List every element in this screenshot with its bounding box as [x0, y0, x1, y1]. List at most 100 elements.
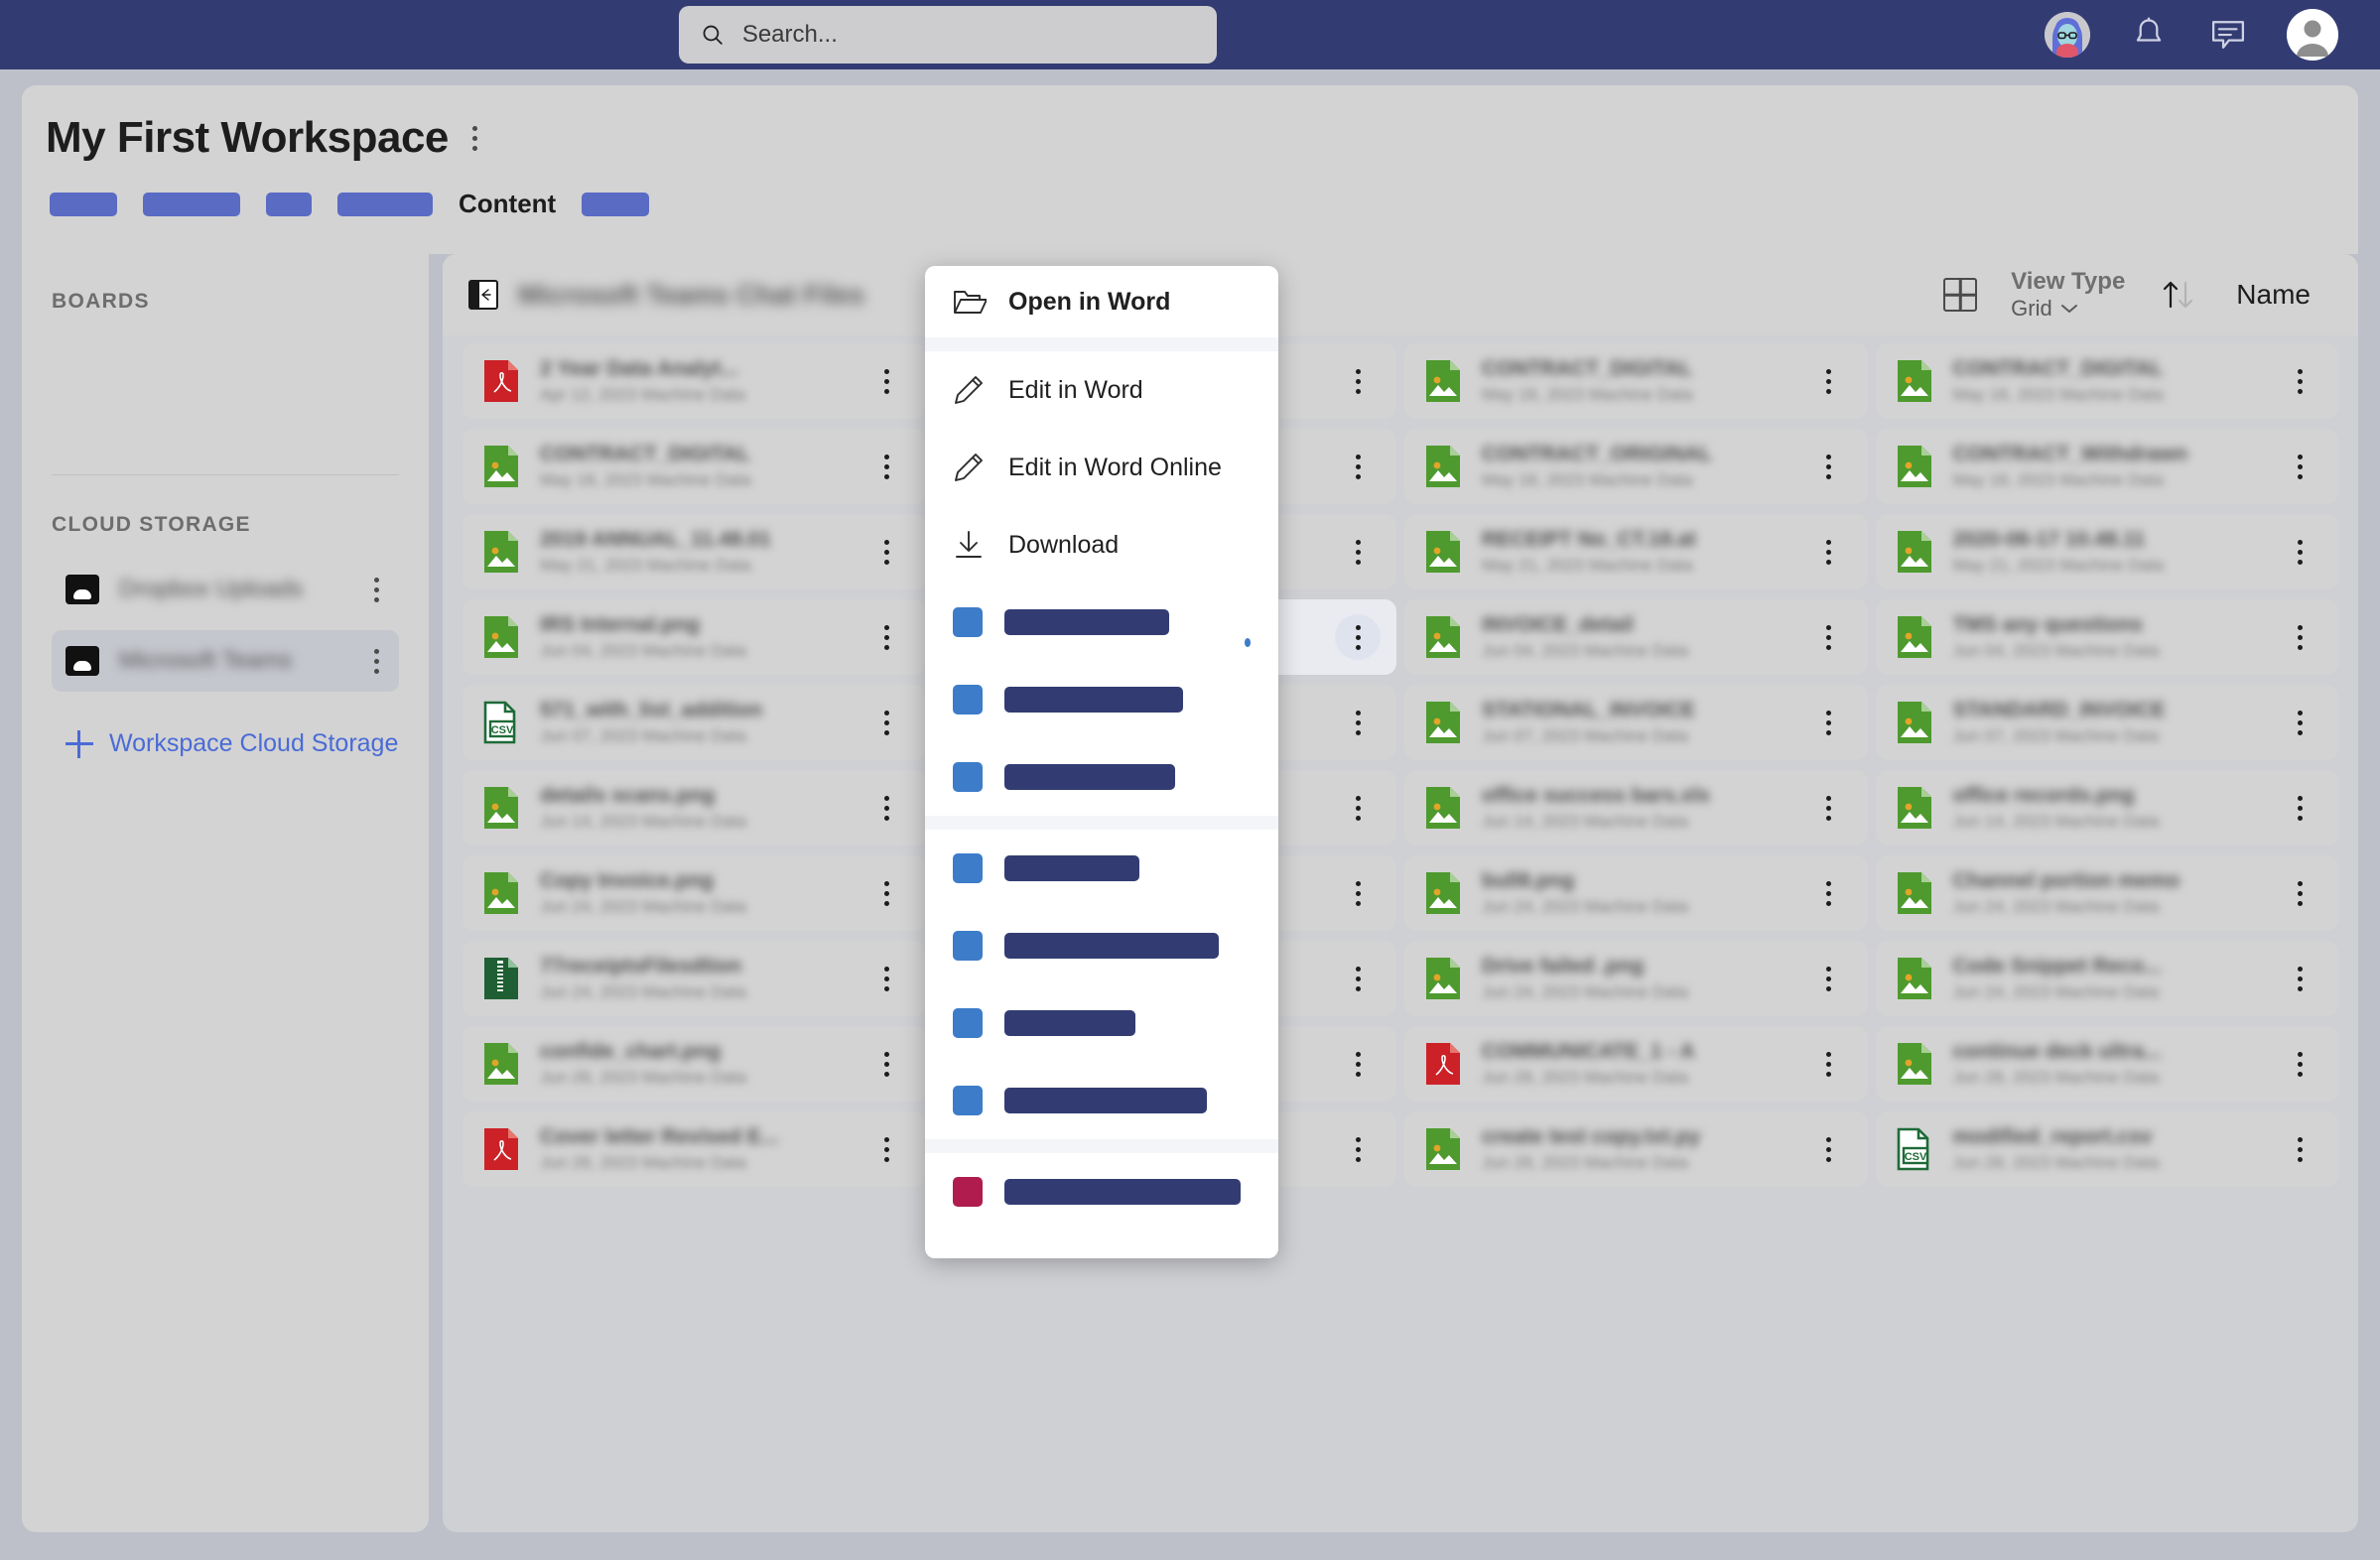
- context-menu-item[interactable]: [925, 907, 1278, 984]
- file-card-menu-button[interactable]: [2277, 870, 2322, 916]
- tab-redacted-6[interactable]: [582, 192, 650, 216]
- context-menu-item[interactable]: [925, 984, 1278, 1062]
- file-grid-scroll[interactable]: 2 Year Data Analyt... Apr 12, 2023 Machin…: [443, 335, 2358, 1532]
- context-menu-item[interactable]: Edit in Word: [925, 351, 1278, 429]
- file-card[interactable]: CSV modified_report.csv Jun 28, 2023 Machi…: [1875, 1111, 2338, 1187]
- file-card-menu-button[interactable]: [1806, 444, 1852, 489]
- sidebar-item-cloud-1[interactable]: Microsoft Teams: [52, 630, 399, 692]
- file-card-menu-button[interactable]: [1335, 358, 1381, 404]
- messages-button[interactable]: [2207, 14, 2249, 56]
- file-card-menu-button[interactable]: [1335, 444, 1381, 489]
- file-card[interactable]: details scans.png Jun 14, 2023 Machine Da…: [463, 770, 926, 845]
- file-card-menu-button[interactable]: [864, 1126, 910, 1172]
- file-card-menu-button[interactable]: [1806, 785, 1852, 831]
- file-card-menu-button[interactable]: [1806, 529, 1852, 575]
- file-card[interactable]: CONTRACT_DIGITAL May 18, 2023 Machine Dat…: [1404, 343, 1868, 419]
- file-card[interactable]: 2020-06-17 10.48.11 May 21, 2023 Machine …: [1875, 514, 2338, 589]
- context-menu-item[interactable]: [925, 830, 1278, 907]
- file-card[interactable]: INVOICE_detail Jun 04, 2023 Machine Data: [1404, 599, 1868, 675]
- file-card[interactable]: bull8.png Jun 24, 2023 Machine Data: [1404, 855, 1868, 931]
- file-card-menu-button[interactable]: [1806, 614, 1852, 660]
- file-card[interactable]: continue deck ultra... Jun 28, 2023 Machi…: [1875, 1026, 2338, 1102]
- file-card-menu-button[interactable]: [1335, 1126, 1381, 1172]
- file-card-menu-button[interactable]: [864, 614, 910, 660]
- file-card-menu-button[interactable]: [864, 358, 910, 404]
- tab-redacted-1[interactable]: [50, 192, 117, 216]
- file-card-menu-button[interactable]: [1806, 1126, 1852, 1172]
- context-menu-item[interactable]: Open in Word: [925, 266, 1278, 337]
- file-card[interactable]: COMMUNICATE_1 - A Jun 28, 2023 Machine Da…: [1404, 1026, 1868, 1102]
- tab-redacted-3[interactable]: [266, 192, 312, 216]
- file-card-menu-button[interactable]: [1806, 1041, 1852, 1087]
- file-card-menu-button[interactable]: [864, 444, 910, 489]
- context-menu-item[interactable]: [925, 1153, 1278, 1231]
- file-card-menu-button[interactable]: [2277, 956, 2322, 1001]
- file-card-menu-button[interactable]: [2277, 700, 2322, 745]
- file-card-menu-button[interactable]: [1335, 700, 1381, 745]
- file-card[interactable]: TMS any questions Jun 04, 2023 Machine Da…: [1875, 599, 2338, 675]
- notifications-button[interactable]: [2128, 14, 2170, 56]
- file-card-menu-button[interactable]: [1806, 956, 1852, 1001]
- file-card[interactable]: 2 Year Data Analyt... Apr 12, 2023 Machin…: [463, 343, 926, 419]
- file-card-menu-button[interactable]: [1335, 1041, 1381, 1087]
- file-card-menu-button[interactable]: [1335, 956, 1381, 1001]
- add-workspace-cloud-storage-button[interactable]: Workspace Cloud Storage: [52, 729, 399, 758]
- workspace-menu-button[interactable]: [466, 120, 483, 157]
- context-menu-item[interactable]: [925, 584, 1278, 661]
- file-card-menu-button[interactable]: [1335, 529, 1381, 575]
- file-card[interactable]: CONTRACT_DIGITAL May 18, 2023 Machine Dat…: [1875, 343, 2338, 419]
- file-card-menu-button[interactable]: [1806, 358, 1852, 404]
- file-card[interactable]: Cover letter Revised E... Jun 28, 2023 Ma…: [463, 1111, 926, 1187]
- search-box[interactable]: [679, 6, 1217, 64]
- file-card-menu-button[interactable]: [864, 1041, 910, 1087]
- sort-field-label[interactable]: Name: [2236, 279, 2311, 311]
- search-input[interactable]: [741, 21, 1195, 49]
- file-card[interactable]: Code Snippet Reco... Jun 24, 2023 Machine…: [1875, 941, 2338, 1016]
- file-card[interactable]: Drive failed .png Jun 24, 2023 Machine Da…: [1404, 941, 1868, 1016]
- file-card-menu-button[interactable]: [2277, 785, 2322, 831]
- view-type-selector[interactable]: View Type Grid: [2011, 268, 2125, 322]
- file-card-menu-button[interactable]: [2277, 1126, 2322, 1172]
- file-card-menu-button[interactable]: [1806, 870, 1852, 916]
- avatar[interactable]: [2045, 12, 2090, 58]
- file-card[interactable]: 77receiptsFilesdtion Jun 24, 2023 Machine…: [463, 941, 926, 1016]
- file-card[interactable]: STATIONAL_INVOICE Jun 07, 2023 Machine Da…: [1404, 685, 1868, 760]
- context-menu-item[interactable]: [925, 738, 1278, 816]
- file-card-menu-button[interactable]: [2277, 614, 2322, 660]
- tab-redacted-2[interactable]: [143, 192, 240, 216]
- context-menu-item[interactable]: Download: [925, 506, 1278, 584]
- sidebar-item-cloud-0[interactable]: Dropbox Uploads: [52, 559, 399, 620]
- file-card-menu-button[interactable]: [2277, 358, 2322, 404]
- file-card-menu-button[interactable]: [2277, 1041, 2322, 1087]
- file-card-menu-button[interactable]: [1335, 614, 1381, 660]
- file-card-menu-button[interactable]: [1806, 700, 1852, 745]
- file-card-menu-button[interactable]: [2277, 444, 2322, 489]
- user-account-button[interactable]: [2287, 9, 2338, 61]
- sort-ascending-icon[interactable]: [2159, 275, 2202, 315]
- sidebar-item-menu-button[interactable]: [368, 572, 385, 608]
- file-card[interactable]: IRS Internal.png Jun 04, 2023 Machine Dat…: [463, 599, 926, 675]
- file-card-menu-button[interactable]: [1335, 785, 1381, 831]
- file-card[interactable]: CONTRACT_Withdrawn May 18, 2023 Machine D…: [1875, 429, 2338, 504]
- sidebar-item-menu-button[interactable]: [368, 643, 385, 680]
- file-card-menu-button[interactable]: [864, 529, 910, 575]
- file-card-menu-button[interactable]: [864, 956, 910, 1001]
- file-card[interactable]: confide_chart.png Jun 28, 2023 Machine Da…: [463, 1026, 926, 1102]
- file-card[interactable]: STANDARD_INVOICE Jun 07, 2023 Machine Dat…: [1875, 685, 2338, 760]
- file-card-menu-button[interactable]: [864, 700, 910, 745]
- file-card[interactable]: CSV 571_with_list_addition Jun 07, 2023 Ma…: [463, 685, 926, 760]
- file-card-menu-button[interactable]: [1335, 870, 1381, 916]
- file-card[interactable]: office success bars.xls Jun 14, 2023 Mach…: [1404, 770, 1868, 845]
- tab-content[interactable]: Content: [459, 189, 556, 219]
- context-menu-item[interactable]: [925, 661, 1278, 738]
- file-card[interactable]: 2019 ANNUAL_11.48.01 May 21, 2023 Machine…: [463, 514, 926, 589]
- file-card[interactable]: office records.png Jun 14, 2023 Machine D…: [1875, 770, 2338, 845]
- context-menu-item[interactable]: [925, 1062, 1278, 1139]
- collapse-sidebar-icon[interactable]: [468, 280, 498, 310]
- file-card[interactable]: Copy Invoice.png Jun 24, 2023 Machine Dat…: [463, 855, 926, 931]
- file-card-menu-button[interactable]: [864, 870, 910, 916]
- file-context-menu[interactable]: Open in Word Edit in Word Edit in Word O…: [925, 266, 1278, 1258]
- context-menu-item[interactable]: Edit in Word Online: [925, 429, 1278, 506]
- file-card[interactable]: CONTRACT_ORIGINAL May 18, 2023 Machine Da…: [1404, 429, 1868, 504]
- view-type-value[interactable]: Grid: [2011, 296, 2125, 322]
